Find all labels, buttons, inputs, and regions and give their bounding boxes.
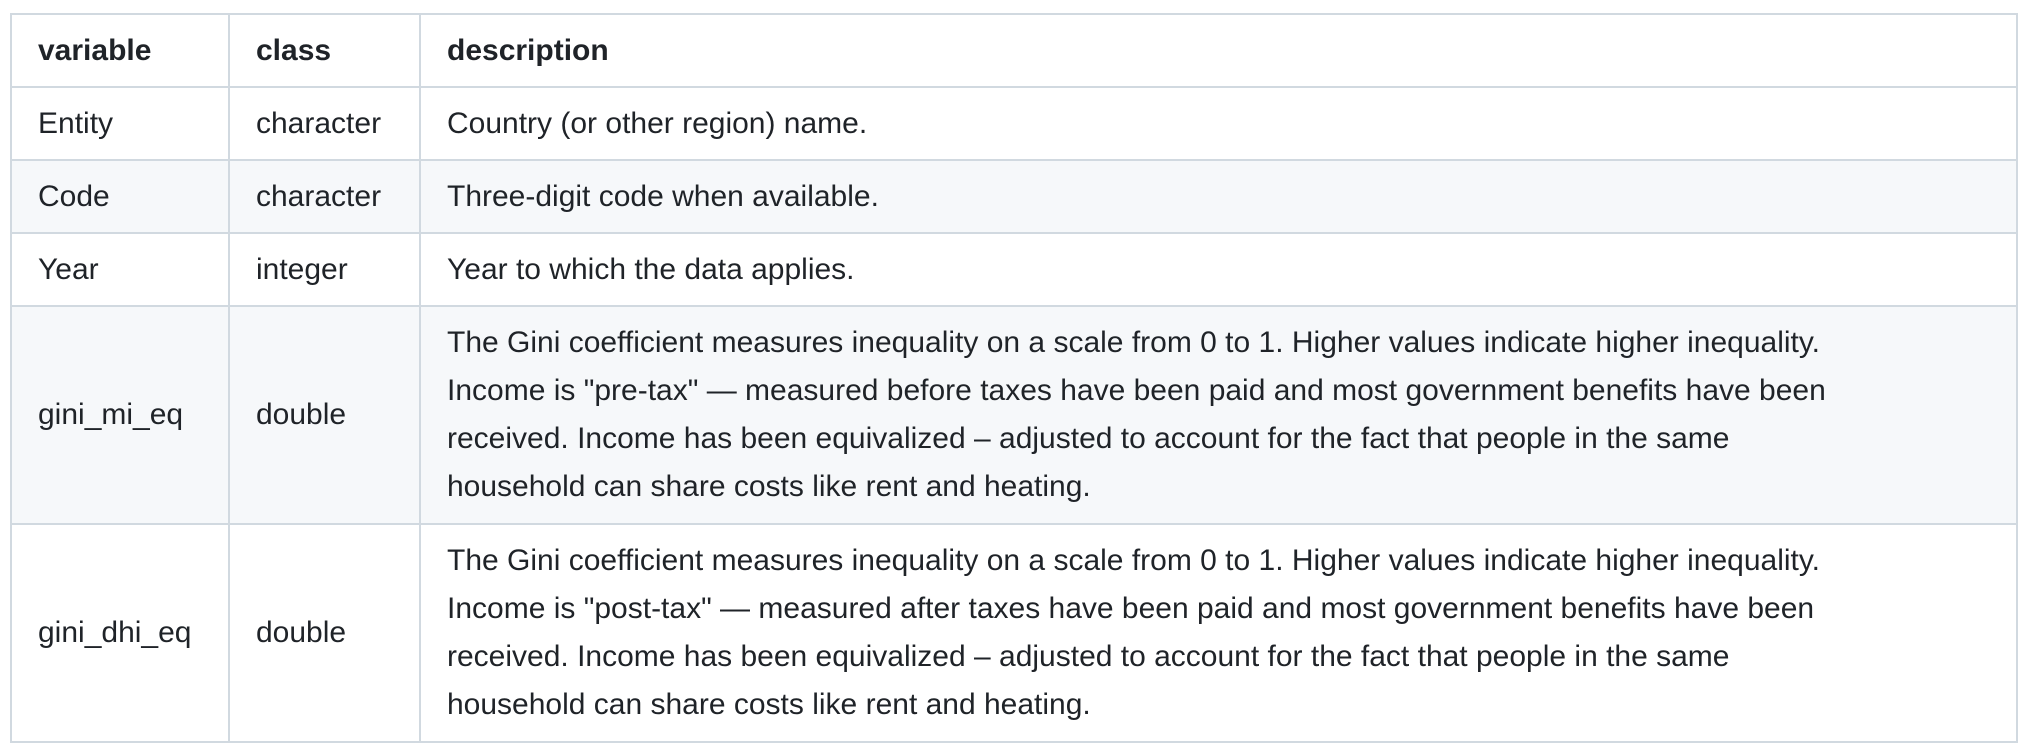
cell-class: character — [228, 86, 421, 161]
cell-class: integer — [228, 232, 421, 307]
cell-class: double — [228, 305, 421, 525]
description-line: Year to which the data applies. — [447, 252, 855, 286]
cell-variable: Year — [10, 232, 230, 307]
table-row: Code character Three-digit code when ava… — [10, 159, 2018, 234]
description-line: The Gini coefficient measures inequality… — [447, 544, 1820, 577]
cell-description: The Gini coefficient measures inequality… — [419, 305, 2018, 525]
variable-table-container: variable class description Entity charac… — [10, 13, 2018, 743]
header-description: description — [419, 13, 2018, 88]
table-row: Year integer Year to which the data appl… — [10, 232, 2018, 307]
table-header: variable class description — [10, 13, 2018, 88]
header-class: class — [228, 13, 421, 88]
description-line: received. Income has been equivalized – … — [447, 422, 1730, 455]
cell-description: The Gini coefficient measures inequality… — [419, 523, 2018, 743]
description-line: Country (or other region) name. — [447, 106, 868, 140]
description-line: household can share costs like rent and … — [447, 470, 1091, 503]
cell-description: Country (or other region) name. — [419, 86, 2018, 161]
description-line: Income is "post-tax" — measured after ta… — [447, 592, 1815, 625]
table-body: Entity character Country (or other regio… — [10, 86, 2018, 743]
cell-class: character — [228, 159, 421, 234]
variable-table: variable class description Entity charac… — [10, 13, 2018, 743]
table-row: Entity character Country (or other regio… — [10, 86, 2018, 161]
header-variable: variable — [10, 13, 230, 88]
description-line: Three-digit code when available. — [447, 179, 879, 213]
cell-variable: Entity — [10, 86, 230, 161]
description-line: received. Income has been equivalized – … — [447, 640, 1730, 673]
cell-variable: gini_dhi_eq — [10, 523, 230, 743]
cell-variable: Code — [10, 159, 230, 234]
table-row: gini_dhi_eq double The Gini coefficient … — [10, 523, 2018, 743]
cell-description: Year to which the data applies. — [419, 232, 2018, 307]
cell-variable: gini_mi_eq — [10, 305, 230, 525]
table-row: gini_mi_eq double The Gini coefficient m… — [10, 305, 2018, 525]
cell-description: Three-digit code when available. — [419, 159, 2018, 234]
description-line: Income is "pre-tax" — measured before ta… — [447, 374, 1826, 407]
cell-class: double — [228, 523, 421, 743]
description-line: household can share costs like rent and … — [447, 688, 1091, 721]
header-row: variable class description — [10, 13, 2018, 88]
description-line: The Gini coefficient measures inequality… — [447, 326, 1820, 359]
